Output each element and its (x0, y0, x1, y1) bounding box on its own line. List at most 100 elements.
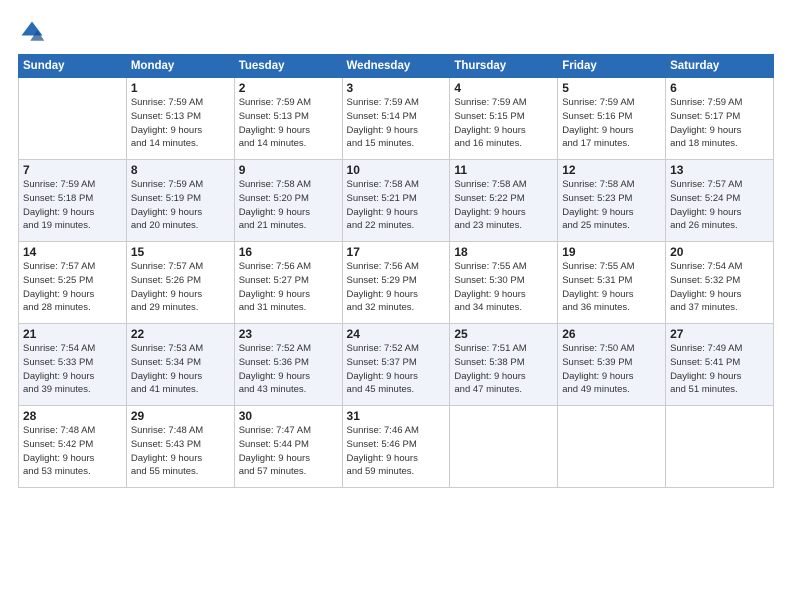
day-info: Sunrise: 7:53 AMSunset: 5:34 PMDaylight:… (131, 342, 230, 397)
day-number: 14 (23, 245, 122, 259)
day-cell: 4Sunrise: 7:59 AMSunset: 5:15 PMDaylight… (450, 78, 558, 160)
day-number: 29 (131, 409, 230, 423)
day-info: Sunrise: 7:48 AMSunset: 5:43 PMDaylight:… (131, 424, 230, 479)
day-cell: 28Sunrise: 7:48 AMSunset: 5:42 PMDayligh… (19, 406, 127, 488)
day-info: Sunrise: 7:59 AMSunset: 5:19 PMDaylight:… (131, 178, 230, 233)
day-cell: 20Sunrise: 7:54 AMSunset: 5:32 PMDayligh… (666, 242, 774, 324)
day-cell: 24Sunrise: 7:52 AMSunset: 5:37 PMDayligh… (342, 324, 450, 406)
day-info: Sunrise: 7:55 AMSunset: 5:30 PMDaylight:… (454, 260, 553, 315)
day-number: 30 (239, 409, 338, 423)
day-info: Sunrise: 7:59 AMSunset: 5:14 PMDaylight:… (347, 96, 446, 151)
day-number: 24 (347, 327, 446, 341)
day-info: Sunrise: 7:54 AMSunset: 5:33 PMDaylight:… (23, 342, 122, 397)
day-number: 26 (562, 327, 661, 341)
calendar-body: 1Sunrise: 7:59 AMSunset: 5:13 PMDaylight… (19, 78, 774, 488)
day-info: Sunrise: 7:55 AMSunset: 5:31 PMDaylight:… (562, 260, 661, 315)
day-cell: 16Sunrise: 7:56 AMSunset: 5:27 PMDayligh… (234, 242, 342, 324)
day-info: Sunrise: 7:59 AMSunset: 5:18 PMDaylight:… (23, 178, 122, 233)
day-cell: 7Sunrise: 7:59 AMSunset: 5:18 PMDaylight… (19, 160, 127, 242)
day-info: Sunrise: 7:48 AMSunset: 5:42 PMDaylight:… (23, 424, 122, 479)
day-cell: 15Sunrise: 7:57 AMSunset: 5:26 PMDayligh… (126, 242, 234, 324)
col-header-tuesday: Tuesday (234, 55, 342, 78)
day-info: Sunrise: 7:47 AMSunset: 5:44 PMDaylight:… (239, 424, 338, 479)
day-cell (450, 406, 558, 488)
day-cell: 31Sunrise: 7:46 AMSunset: 5:46 PMDayligh… (342, 406, 450, 488)
day-number: 20 (670, 245, 769, 259)
day-number: 9 (239, 163, 338, 177)
day-info: Sunrise: 7:56 AMSunset: 5:27 PMDaylight:… (239, 260, 338, 315)
week-row-0: 1Sunrise: 7:59 AMSunset: 5:13 PMDaylight… (19, 78, 774, 160)
page: SundayMondayTuesdayWednesdayThursdayFrid… (0, 0, 792, 612)
day-cell: 26Sunrise: 7:50 AMSunset: 5:39 PMDayligh… (558, 324, 666, 406)
day-number: 16 (239, 245, 338, 259)
day-cell: 30Sunrise: 7:47 AMSunset: 5:44 PMDayligh… (234, 406, 342, 488)
day-number: 1 (131, 81, 230, 95)
col-header-friday: Friday (558, 55, 666, 78)
day-cell (19, 78, 127, 160)
day-info: Sunrise: 7:59 AMSunset: 5:15 PMDaylight:… (454, 96, 553, 151)
calendar-header: SundayMondayTuesdayWednesdayThursdayFrid… (19, 55, 774, 78)
logo (18, 18, 50, 46)
day-info: Sunrise: 7:54 AMSunset: 5:32 PMDaylight:… (670, 260, 769, 315)
day-info: Sunrise: 7:58 AMSunset: 5:22 PMDaylight:… (454, 178, 553, 233)
day-cell: 25Sunrise: 7:51 AMSunset: 5:38 PMDayligh… (450, 324, 558, 406)
header (18, 18, 774, 46)
day-info: Sunrise: 7:59 AMSunset: 5:13 PMDaylight:… (131, 96, 230, 151)
day-cell: 10Sunrise: 7:58 AMSunset: 5:21 PMDayligh… (342, 160, 450, 242)
day-info: Sunrise: 7:49 AMSunset: 5:41 PMDaylight:… (670, 342, 769, 397)
day-number: 15 (131, 245, 230, 259)
day-cell: 29Sunrise: 7:48 AMSunset: 5:43 PMDayligh… (126, 406, 234, 488)
day-number: 27 (670, 327, 769, 341)
day-info: Sunrise: 7:52 AMSunset: 5:36 PMDaylight:… (239, 342, 338, 397)
col-header-sunday: Sunday (19, 55, 127, 78)
day-info: Sunrise: 7:58 AMSunset: 5:20 PMDaylight:… (239, 178, 338, 233)
day-cell: 6Sunrise: 7:59 AMSunset: 5:17 PMDaylight… (666, 78, 774, 160)
day-number: 17 (347, 245, 446, 259)
col-header-wednesday: Wednesday (342, 55, 450, 78)
day-cell: 9Sunrise: 7:58 AMSunset: 5:20 PMDaylight… (234, 160, 342, 242)
day-cell (558, 406, 666, 488)
day-cell: 21Sunrise: 7:54 AMSunset: 5:33 PMDayligh… (19, 324, 127, 406)
logo-icon (18, 18, 46, 46)
day-info: Sunrise: 7:57 AMSunset: 5:24 PMDaylight:… (670, 178, 769, 233)
day-info: Sunrise: 7:58 AMSunset: 5:21 PMDaylight:… (347, 178, 446, 233)
day-number: 10 (347, 163, 446, 177)
day-number: 7 (23, 163, 122, 177)
day-number: 28 (23, 409, 122, 423)
days-header-row: SundayMondayTuesdayWednesdayThursdayFrid… (19, 55, 774, 78)
day-cell: 19Sunrise: 7:55 AMSunset: 5:31 PMDayligh… (558, 242, 666, 324)
day-cell: 5Sunrise: 7:59 AMSunset: 5:16 PMDaylight… (558, 78, 666, 160)
day-cell: 17Sunrise: 7:56 AMSunset: 5:29 PMDayligh… (342, 242, 450, 324)
week-row-3: 21Sunrise: 7:54 AMSunset: 5:33 PMDayligh… (19, 324, 774, 406)
day-number: 2 (239, 81, 338, 95)
day-info: Sunrise: 7:56 AMSunset: 5:29 PMDaylight:… (347, 260, 446, 315)
day-cell: 13Sunrise: 7:57 AMSunset: 5:24 PMDayligh… (666, 160, 774, 242)
day-cell: 23Sunrise: 7:52 AMSunset: 5:36 PMDayligh… (234, 324, 342, 406)
day-info: Sunrise: 7:59 AMSunset: 5:16 PMDaylight:… (562, 96, 661, 151)
col-header-saturday: Saturday (666, 55, 774, 78)
day-number: 11 (454, 163, 553, 177)
day-cell: 18Sunrise: 7:55 AMSunset: 5:30 PMDayligh… (450, 242, 558, 324)
day-info: Sunrise: 7:52 AMSunset: 5:37 PMDaylight:… (347, 342, 446, 397)
day-cell: 1Sunrise: 7:59 AMSunset: 5:13 PMDaylight… (126, 78, 234, 160)
week-row-2: 14Sunrise: 7:57 AMSunset: 5:25 PMDayligh… (19, 242, 774, 324)
day-info: Sunrise: 7:59 AMSunset: 5:17 PMDaylight:… (670, 96, 769, 151)
day-cell: 2Sunrise: 7:59 AMSunset: 5:13 PMDaylight… (234, 78, 342, 160)
day-number: 19 (562, 245, 661, 259)
day-cell: 8Sunrise: 7:59 AMSunset: 5:19 PMDaylight… (126, 160, 234, 242)
col-header-monday: Monday (126, 55, 234, 78)
day-info: Sunrise: 7:51 AMSunset: 5:38 PMDaylight:… (454, 342, 553, 397)
day-number: 6 (670, 81, 769, 95)
day-info: Sunrise: 7:57 AMSunset: 5:26 PMDaylight:… (131, 260, 230, 315)
day-number: 23 (239, 327, 338, 341)
day-number: 5 (562, 81, 661, 95)
day-info: Sunrise: 7:46 AMSunset: 5:46 PMDaylight:… (347, 424, 446, 479)
day-number: 12 (562, 163, 661, 177)
week-row-4: 28Sunrise: 7:48 AMSunset: 5:42 PMDayligh… (19, 406, 774, 488)
day-number: 13 (670, 163, 769, 177)
day-number: 3 (347, 81, 446, 95)
day-cell: 12Sunrise: 7:58 AMSunset: 5:23 PMDayligh… (558, 160, 666, 242)
day-number: 4 (454, 81, 553, 95)
day-cell: 11Sunrise: 7:58 AMSunset: 5:22 PMDayligh… (450, 160, 558, 242)
day-number: 8 (131, 163, 230, 177)
